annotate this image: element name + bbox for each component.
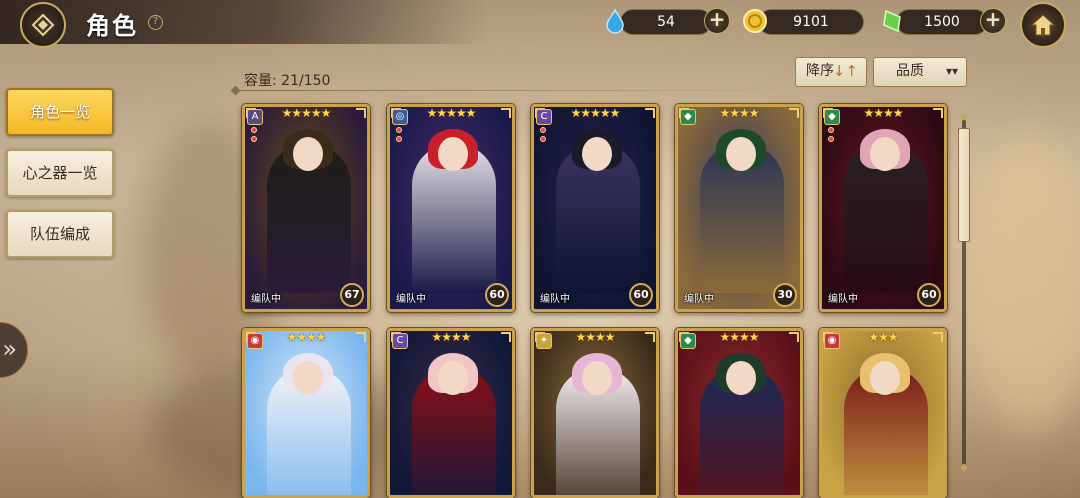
awaken-pips	[540, 127, 548, 145]
awaken-pips	[251, 127, 259, 145]
character-face	[726, 137, 756, 171]
pip	[251, 136, 257, 142]
in-team-label: 编队中	[396, 294, 426, 305]
awaken-pips	[828, 127, 836, 145]
home-icon	[1030, 14, 1056, 36]
expand-panel-button[interactable]: »	[0, 322, 28, 378]
character-face	[582, 361, 612, 395]
character-card[interactable]: ★★★★ ◉	[242, 328, 370, 498]
rarity-stars: ★★★★★	[281, 106, 332, 120]
water-drop-icon	[606, 8, 624, 34]
rarity-stars: ★★★★	[863, 106, 903, 120]
character-card[interactable]: ★★★★ ◆ 编队中 60	[819, 104, 947, 312]
element-icon: ◎	[392, 109, 408, 125]
character-card[interactable]: ★★★★★ ◎ 编队中 60	[387, 104, 515, 312]
divider	[236, 90, 796, 91]
pip	[396, 127, 402, 133]
filter-label: 品质	[896, 63, 924, 79]
character-card[interactable]: ★★★★★ A 编队中 67	[242, 104, 370, 312]
character-face	[293, 361, 323, 395]
level-badge: 60	[917, 283, 941, 307]
element-icon: C	[392, 333, 408, 349]
add-crystal-button[interactable]: +	[980, 8, 1006, 34]
character-face	[870, 361, 900, 395]
in-team-label: 编队中	[251, 294, 281, 305]
pip	[251, 127, 257, 133]
rarity-stars: ★★★★★	[426, 106, 477, 120]
pip	[540, 136, 546, 142]
element-icon: ◉	[247, 333, 263, 349]
element-icon: A	[247, 109, 263, 125]
gold-value: 9101	[793, 14, 829, 30]
help-icon[interactable]: ?	[148, 15, 163, 30]
rarity-stars: ★★★★	[719, 330, 759, 344]
chevron-down-icon: ▾▾	[945, 64, 958, 78]
rarity-stars: ★★★★	[575, 330, 615, 344]
character-face	[438, 361, 468, 395]
character-face	[870, 137, 900, 171]
level-badge: 30	[773, 283, 797, 307]
gold-counter: 9101	[758, 9, 864, 35]
scroll-down-ornament: ♦	[958, 461, 970, 475]
sort-order-button[interactable]: 降序 ↓↑	[795, 57, 867, 87]
element-icon: ◆	[824, 109, 840, 125]
rarity-stars: ★★★	[868, 330, 898, 344]
level-badge: 60	[485, 283, 509, 307]
sidebar-item-team-formation[interactable]: 队伍编成	[6, 210, 114, 258]
in-team-label: 编队中	[684, 294, 714, 305]
scrollbar-thumb[interactable]	[958, 128, 970, 242]
pip	[828, 136, 834, 142]
sort-arrows-icon: ↓↑	[832, 62, 858, 80]
element-icon: ◆	[680, 333, 696, 349]
divider-ornament	[230, 85, 241, 96]
stamina-counter: 54	[620, 9, 712, 35]
character-card[interactable]: ★★★ ◉	[819, 328, 947, 498]
character-face	[582, 137, 612, 171]
capacity-label: 容量: 21/150	[244, 73, 331, 89]
rarity-stars: ★★★★★	[570, 106, 621, 120]
sort-label: 降序	[806, 63, 834, 79]
pip	[828, 127, 834, 133]
character-face	[293, 137, 323, 171]
pip	[396, 136, 402, 142]
green-crystal-icon	[883, 9, 901, 33]
crystal-counter: 1500	[896, 9, 988, 35]
home-button[interactable]	[1020, 2, 1066, 48]
page-title: 角色	[86, 12, 138, 40]
in-team-label: 编队中	[540, 294, 570, 305]
character-card[interactable]: ★★★★ ◆ 编队中 30	[675, 104, 803, 312]
element-icon: C	[536, 109, 552, 125]
character-face	[726, 361, 756, 395]
crystal-value: 1500	[924, 14, 960, 30]
element-icon: ◉	[824, 333, 840, 349]
character-card[interactable]: ★★★★ ◆	[675, 328, 803, 498]
character-face	[438, 137, 468, 171]
rarity-stars: ★★★★	[286, 330, 326, 344]
back-button[interactable]	[20, 2, 66, 48]
rarity-stars: ★★★★	[719, 106, 759, 120]
level-badge: 67	[340, 283, 364, 307]
in-team-label: 编队中	[828, 294, 858, 305]
pip	[540, 127, 546, 133]
background-blur	[960, 130, 1080, 430]
stamina-value: 54	[657, 14, 675, 30]
character-card[interactable]: ★★★★★ C 编队中 60	[531, 104, 659, 312]
add-stamina-button[interactable]: +	[704, 8, 730, 34]
diamond-back-icon	[31, 13, 55, 37]
character-card[interactable]: ★★★★ C	[387, 328, 515, 498]
element-icon: ◆	[680, 109, 696, 125]
character-card[interactable]: ★★★★ ✦	[531, 328, 659, 498]
level-badge: 60	[629, 283, 653, 307]
chevron-right-icon: »	[2, 335, 17, 363]
rarity-stars: ★★★★	[431, 330, 471, 344]
awaken-pips	[396, 127, 404, 145]
sidebar-item-heart-vessel-list[interactable]: 心之器一览	[6, 149, 114, 197]
element-icon: ✦	[536, 333, 552, 349]
sidebar-item-character-list[interactable]: 角色一览	[6, 88, 114, 136]
gold-coin-icon	[743, 9, 767, 33]
quality-filter-dropdown[interactable]: 品质 ▾▾	[873, 57, 967, 87]
